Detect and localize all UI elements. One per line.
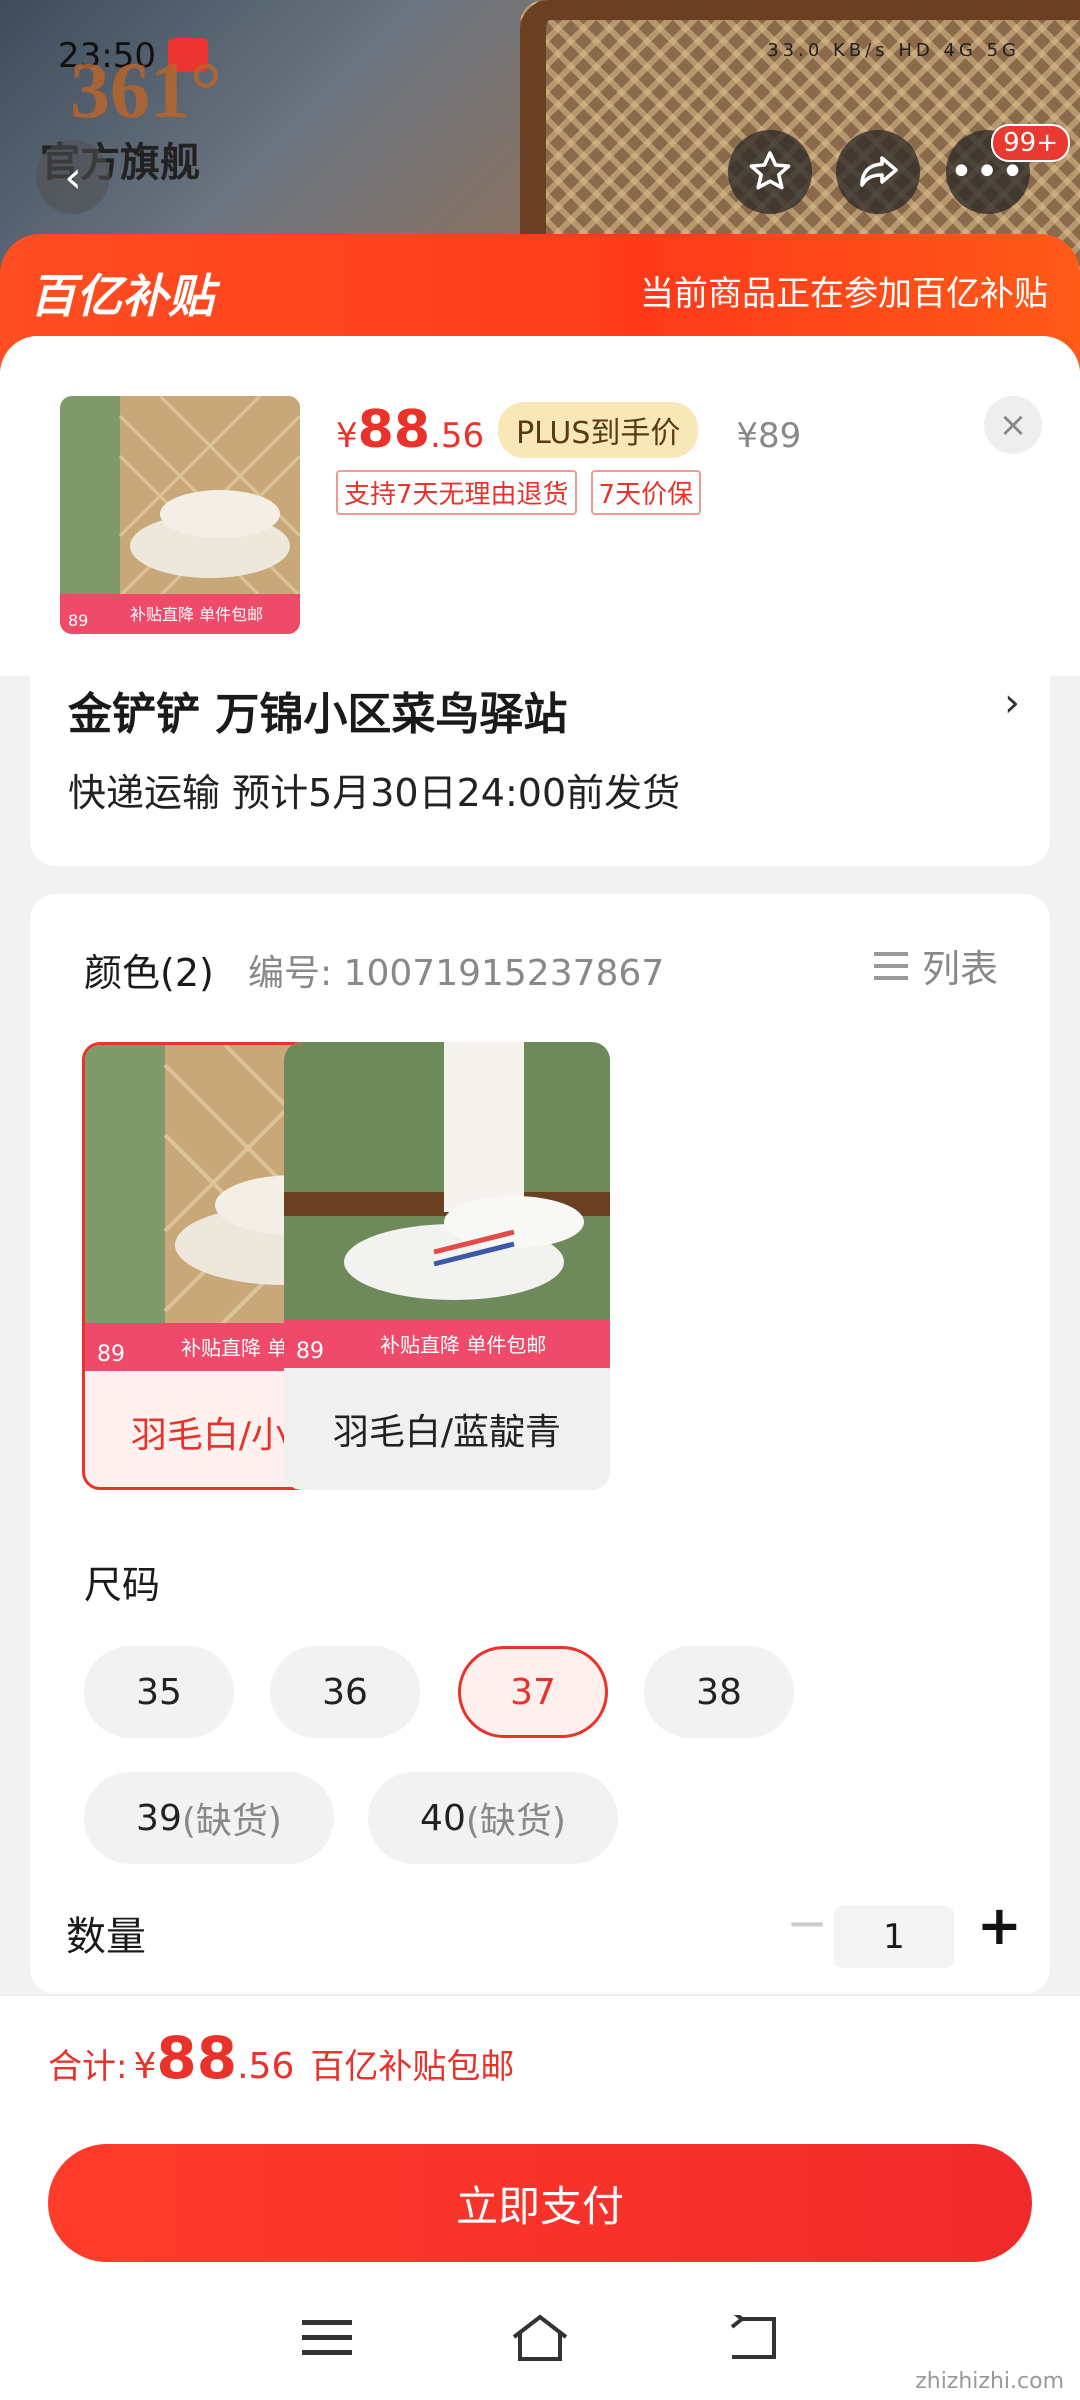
product-thumbnail[interactable]: 补贴直降 单件包邮 89 <box>60 396 300 634</box>
color-option-indigo[interactable]: 补贴直降 单件包邮 89 羽毛白/蓝靛青 <box>284 1042 610 1490</box>
favorite-button[interactable] <box>728 130 812 214</box>
quantity-title: 数量 <box>66 1914 146 1960</box>
svg-text:补贴直降 单件包邮: 补贴直降 单件包邮 <box>130 605 263 624</box>
close-icon: × <box>998 405 1028 445</box>
total-integer: 88 <box>156 2024 238 2092</box>
chevron-left-icon: ‹ <box>64 151 82 203</box>
shoe-image: 补贴直降 单件包邮 89 <box>60 396 300 634</box>
total-note: 百亿补贴包邮 <box>310 2047 515 2087</box>
back-icon[interactable] <box>723 2313 783 2363</box>
quantity-minus-button[interactable]: − <box>786 1894 828 1952</box>
product-code: 编号: 10071915237867 <box>248 953 665 994</box>
size-option-36[interactable]: 36 <box>270 1646 420 1738</box>
out-of-stock-label: (缺货) <box>465 1801 566 1842</box>
notification-badge: 99+ <box>991 124 1070 162</box>
plus-price-tag: PLUS到手价 <box>498 402 699 458</box>
close-button[interactable]: × <box>984 396 1042 454</box>
quantity-plus-button[interactable]: + <box>977 1894 1022 1957</box>
total-decimal: .56 <box>237 2046 295 2087</box>
size-value: 40 <box>420 1797 466 1839</box>
price-decimal: .56 <box>430 416 485 456</box>
service-tags: 支持7天无理由退货 7天价保 <box>336 470 702 515</box>
share-icon <box>860 156 898 187</box>
original-price: ¥89 <box>736 416 802 456</box>
price-currency: ¥ <box>336 416 358 456</box>
price-integer: 88 <box>357 400 431 460</box>
watermark: zhizhizhi.com <box>915 2369 1064 2394</box>
spec-card: 颜色(2) 编号: 10071915237867 列表 补贴直降 单件包邮 89 <box>30 894 1050 1994</box>
size-value: 37 <box>510 1671 556 1713</box>
size-option-38[interactable]: 38 <box>644 1646 794 1738</box>
size-option-35[interactable]: 35 <box>84 1646 234 1738</box>
list-icon <box>873 948 908 984</box>
order-total: 合计: ¥ 88 .56 百亿补贴包邮 <box>48 2024 514 2092</box>
list-label: 列表 <box>921 947 998 991</box>
menu-icon[interactable] <box>297 2313 357 2363</box>
size-option-37[interactable]: 37 <box>458 1646 608 1738</box>
home-icon[interactable] <box>510 2313 570 2363</box>
pay-now-button[interactable]: 立即支付 <box>48 2144 1032 2262</box>
total-label: 合计: <box>48 2047 128 2087</box>
return-tag: 支持7天无理由退货 <box>336 470 577 515</box>
status-indicators: 33.0 KB/s HD 4G 5G <box>767 40 1020 61</box>
svg-text:89: 89 <box>97 1342 125 1367</box>
size-title: 尺码 <box>84 1563 161 1607</box>
total-currency: ¥ <box>133 2046 157 2087</box>
svg-text:89: 89 <box>68 611 88 630</box>
size-value: 36 <box>322 1671 368 1713</box>
size-option-39[interactable]: 39 (缺货) <box>84 1772 334 1864</box>
size-value: 39 <box>136 1797 182 1839</box>
color-title: 颜色(2) <box>84 951 214 995</box>
address-main: 金铲铲 万锦小区菜鸟驿站 <box>68 689 568 740</box>
subsidy-logo: 百亿补贴 <box>30 269 214 323</box>
color-name: 羽毛白/蓝靛青 <box>332 1412 562 1453</box>
list-view-button[interactable]: 列表 <box>873 938 998 993</box>
brand-logo: 361° <box>70 47 222 135</box>
star-icon <box>749 151 791 190</box>
size-value: 35 <box>136 1671 182 1713</box>
out-of-stock-label: (缺货) <box>181 1801 282 1842</box>
size-option-40[interactable]: 40 (缺货) <box>368 1772 618 1864</box>
share-button[interactable] <box>836 130 920 214</box>
delivery-estimate: 快递运输 预计5月30日24:00前发货 <box>68 771 681 815</box>
color-image: 补贴直降 单件包邮 89 <box>284 1042 610 1368</box>
size-value: 38 <box>696 1671 742 1713</box>
price-protect-tag: 7天价保 <box>590 470 702 515</box>
subsidy-text: 当前商品正在参加百亿补贴 <box>640 274 1048 314</box>
svg-text:补贴直降 单件包邮: 补贴直降 单件包邮 <box>380 1333 546 1357</box>
quantity-value[interactable]: 1 <box>834 1906 954 1968</box>
price-row: ¥ 88 .56 PLUS到手价 ¥89 <box>336 400 801 460</box>
address-card[interactable]: 金铲铲 万锦小区菜鸟驿站 › 快递运输 预计5月30日24:00前发货 <box>30 670 1050 866</box>
back-button[interactable]: ‹ <box>36 140 110 214</box>
svg-text:89: 89 <box>296 1339 324 1364</box>
chevron-right-icon: › <box>1004 680 1020 726</box>
